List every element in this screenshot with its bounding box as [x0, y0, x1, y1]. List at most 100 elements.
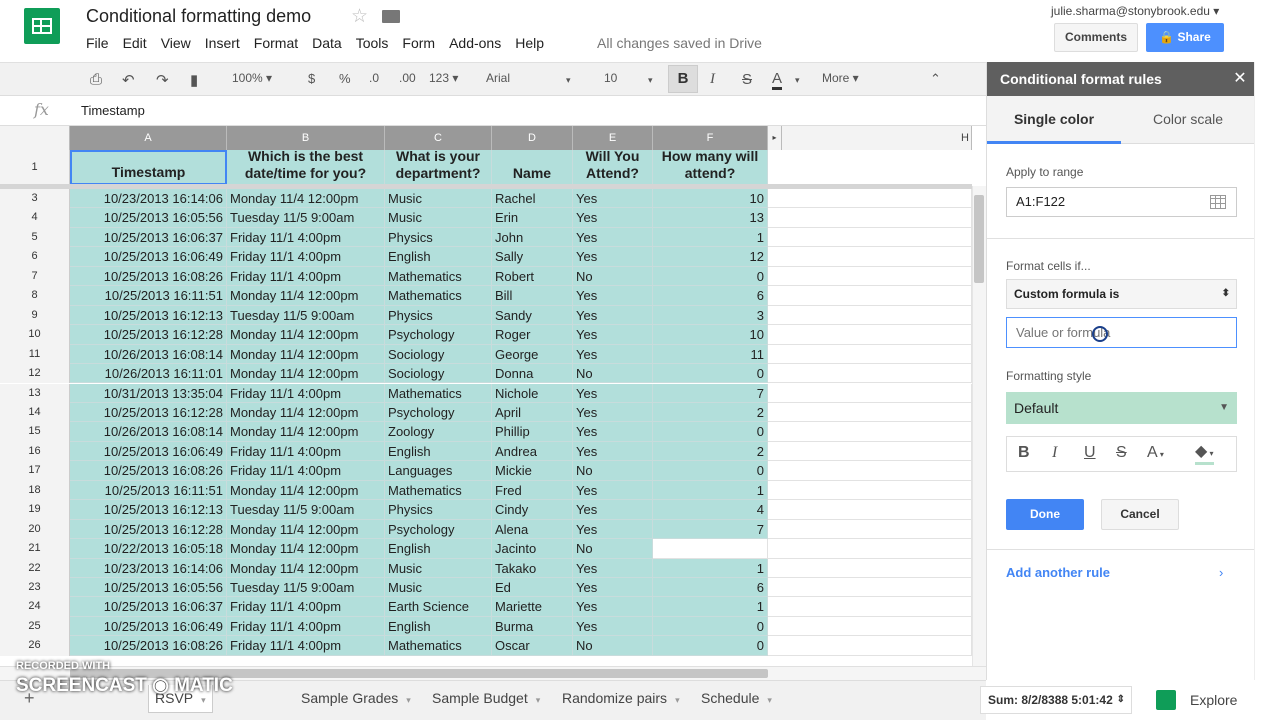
row-number[interactable]: 3 [0, 189, 70, 209]
increase-decimal-button[interactable]: .00 [399, 71, 416, 85]
number-format-select[interactable]: 123 ▾ [429, 71, 458, 85]
menu-edit[interactable]: Edit [123, 35, 147, 51]
table-cell[interactable]: Cindy [492, 500, 573, 520]
table-cell[interactable]: Physics [385, 305, 492, 326]
row-number[interactable]: 13 [0, 383, 70, 403]
explore-button[interactable]: Explore [1146, 686, 1262, 714]
table-cell[interactable]: Mathematics [385, 286, 492, 306]
style-italic-button[interactable]: I [1052, 444, 1057, 462]
table-cell[interactable] [768, 247, 972, 267]
spreadsheet-grid[interactable]: A B C D E F ▸ H 1 Timestamp Which is the… [0, 126, 972, 668]
table-cell[interactable]: Yes [573, 325, 653, 345]
document-title[interactable]: Conditional formatting demo [86, 6, 311, 27]
chevron-right-icon[interactable]: › [1219, 565, 1223, 580]
header-cell[interactable]: Name [492, 150, 573, 185]
column-header-c[interactable]: C [385, 126, 492, 150]
table-cell[interactable]: 2 [653, 441, 768, 462]
row-number[interactable]: 19 [0, 500, 70, 520]
table-cell[interactable] [768, 344, 972, 365]
table-cell[interactable]: Earth Science [385, 597, 492, 617]
row-number[interactable]: 7 [0, 266, 70, 287]
table-cell[interactable]: Yes [573, 402, 653, 423]
table-cell[interactable]: April [492, 402, 573, 423]
table-cell[interactable]: 6 [653, 578, 768, 598]
table-cell[interactable]: Languages [385, 461, 492, 481]
table-cell[interactable]: 7 [653, 519, 768, 540]
table-cell[interactable]: 1 [653, 558, 768, 578]
table-cell[interactable] [768, 597, 972, 617]
table-cell[interactable]: Friday 11/1 4:00pm [227, 597, 385, 617]
table-cell[interactable]: 0 [653, 266, 768, 287]
menu-form[interactable]: Form [402, 35, 435, 51]
table-cell[interactable]: 10/25/2013 16:11:51 [70, 286, 227, 306]
table-cell[interactable] [768, 364, 972, 384]
table-cell[interactable]: Friday 11/1 4:00pm [227, 616, 385, 637]
style-bold-button[interactable]: B [1018, 444, 1030, 462]
table-cell[interactable]: 10/25/2013 16:12:28 [70, 325, 227, 345]
table-cell[interactable]: Roger [492, 325, 573, 345]
table-cell[interactable]: 10/26/2013 16:11:01 [70, 364, 227, 384]
table-cell[interactable]: Yes [573, 441, 653, 462]
close-icon[interactable]: ✕ [1230, 62, 1250, 96]
table-cell[interactable]: Robert [492, 266, 573, 287]
table-cell[interactable]: Monday 11/4 12:00pm [227, 480, 385, 501]
table-cell[interactable]: Music [385, 558, 492, 578]
table-cell[interactable]: 10/25/2013 16:06:37 [70, 227, 227, 248]
paint-format-icon[interactable]: ▮ [190, 71, 198, 89]
sheet-tab-sample-grades[interactable]: Sample Grades ▾ [295, 685, 417, 713]
table-cell[interactable]: Friday 11/1 4:00pm [227, 227, 385, 248]
table-cell[interactable]: Friday 11/1 4:00pm [227, 461, 385, 481]
table-cell[interactable] [768, 480, 972, 501]
table-cell[interactable]: No [573, 539, 653, 559]
table-cell[interactable] [768, 227, 972, 248]
font-size-select[interactable]: 10 [604, 71, 617, 85]
table-cell[interactable]: No [573, 364, 653, 384]
custom-formula-input[interactable] [1006, 317, 1237, 348]
table-cell[interactable]: John [492, 227, 573, 248]
column-header-h[interactable]: H [782, 126, 972, 150]
redo-icon[interactable]: ↷ [156, 71, 169, 89]
table-cell[interactable]: Physics [385, 500, 492, 520]
table-cell[interactable]: 0 [653, 422, 768, 442]
table-cell[interactable] [768, 461, 972, 481]
hidden-columns-arrow-icon[interactable]: ▸ [768, 126, 782, 150]
row-number[interactable]: 9 [0, 305, 70, 326]
column-header-a[interactable]: A [70, 126, 227, 150]
sheet-tab-schedule[interactable]: Schedule ▾ [695, 685, 778, 713]
table-cell[interactable]: Friday 11/1 4:00pm [227, 636, 385, 656]
fill-color-icon[interactable]: ◆ ▾ [1195, 444, 1214, 465]
table-cell[interactable]: Mickie [492, 461, 573, 481]
table-cell[interactable]: 12 [653, 247, 768, 267]
table-cell[interactable]: 10/25/2013 16:06:37 [70, 597, 227, 617]
table-cell[interactable] [768, 402, 972, 423]
header-cell[interactable]: What is your department? [385, 148, 492, 185]
row-number[interactable]: 15 [0, 422, 70, 442]
text-color-dropdown-icon[interactable]: ▾ [795, 75, 800, 86]
sheet-tab-randomize-pairs[interactable]: Randomize pairs ▾ [556, 685, 686, 713]
table-cell[interactable]: Zoology [385, 422, 492, 442]
collapse-toolbar-icon[interactable]: ⌃ [930, 71, 941, 87]
menu-help[interactable]: Help [515, 35, 544, 51]
folder-icon[interactable] [382, 10, 400, 23]
table-cell[interactable]: Friday 11/1 4:00pm [227, 247, 385, 267]
style-text-color-button[interactable]: A ▾ [1147, 444, 1164, 462]
user-account[interactable]: julie.sharma@stonybrook.edu ▾ [1051, 4, 1219, 18]
table-cell[interactable]: Monday 11/4 12:00pm [227, 558, 385, 578]
table-cell[interactable]: No [573, 461, 653, 481]
table-cell[interactable]: Yes [573, 227, 653, 248]
table-cell[interactable]: English [385, 247, 492, 267]
table-cell[interactable]: Tuesday 11/5 9:00am [227, 305, 385, 326]
table-cell[interactable]: Monday 11/4 12:00pm [227, 402, 385, 423]
table-cell[interactable]: Ed [492, 578, 573, 598]
row-number[interactable]: 4 [0, 208, 70, 228]
font-select[interactable]: Arial [486, 71, 510, 85]
row-number[interactable]: 14 [0, 402, 70, 423]
table-cell[interactable]: Yes [573, 578, 653, 598]
table-cell[interactable]: 10/25/2013 16:12:28 [70, 402, 227, 423]
row-number[interactable]: 5 [0, 227, 70, 248]
table-cell[interactable] [768, 286, 972, 306]
table-cell[interactable]: 10/25/2013 16:12:13 [70, 305, 227, 326]
table-cell[interactable]: 6 [653, 286, 768, 306]
table-cell[interactable]: 10/23/2013 16:14:06 [70, 558, 227, 578]
row-number[interactable]: 18 [0, 480, 70, 501]
